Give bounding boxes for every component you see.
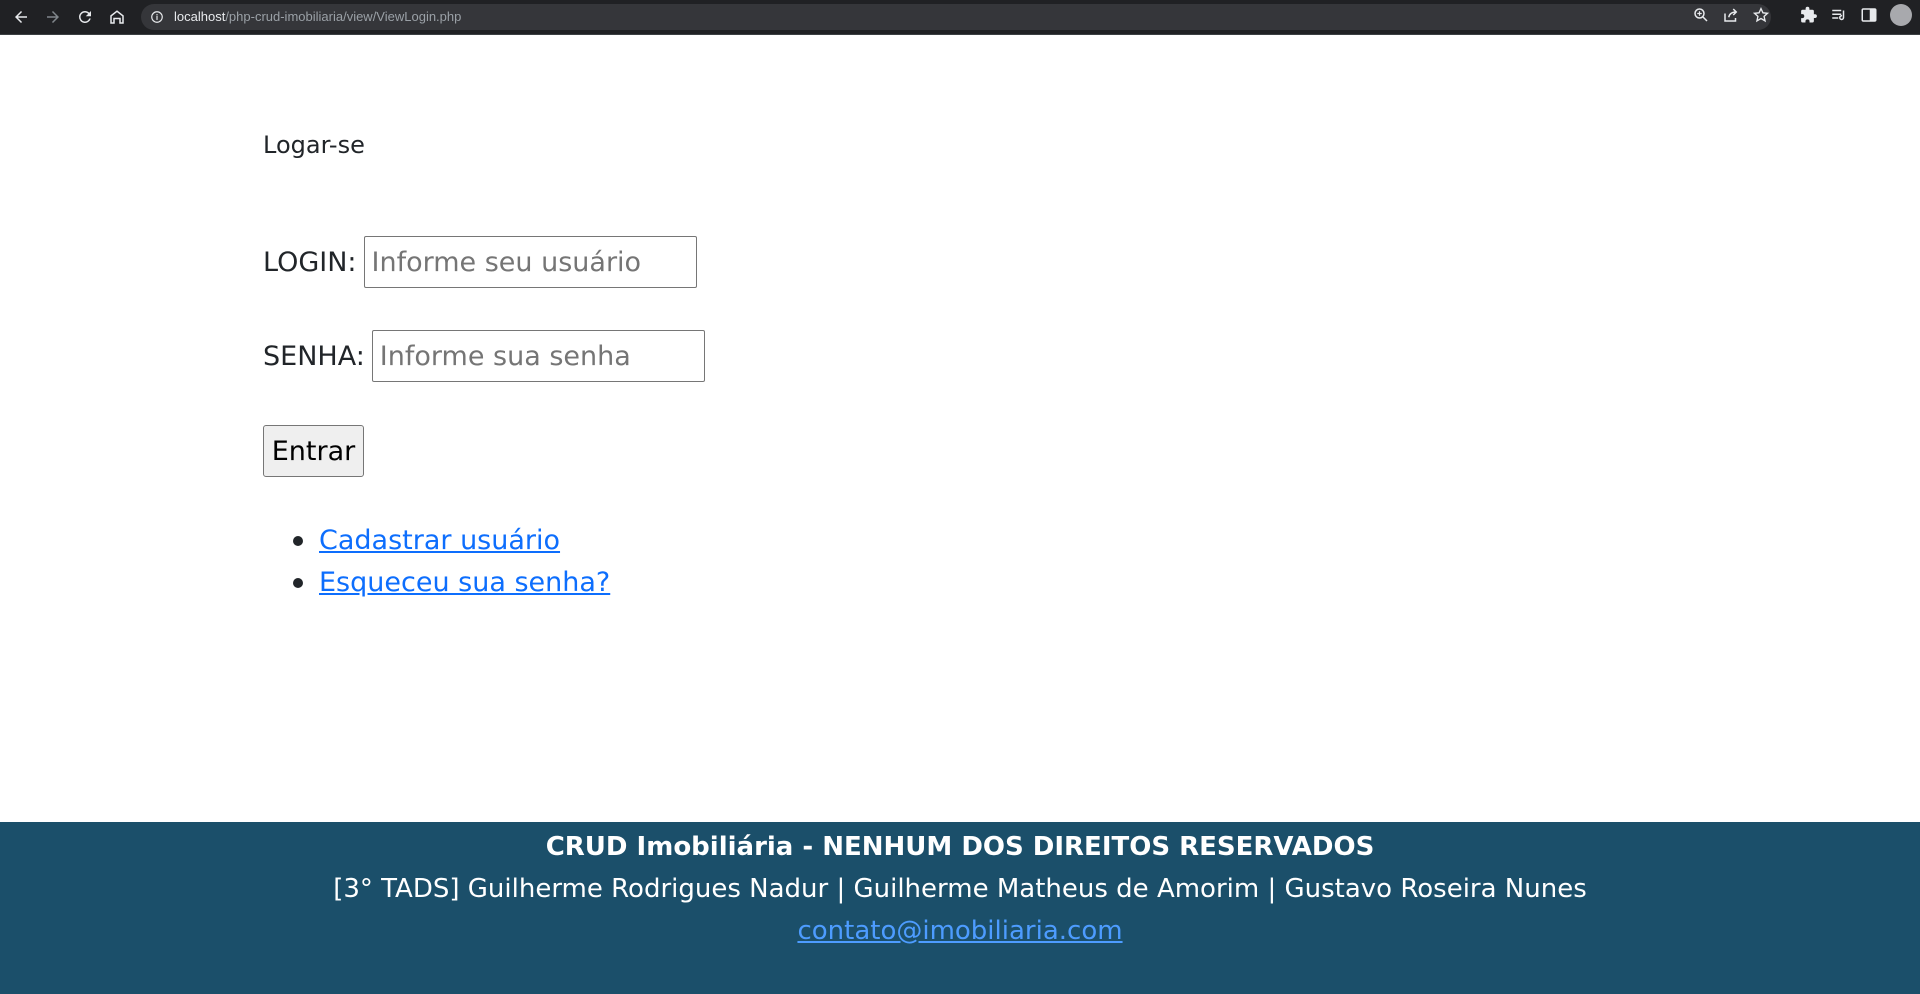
links-list: Cadastrar usuário Esqueceu sua senha? [263, 520, 610, 604]
side-panel-icon[interactable] [1860, 6, 1878, 24]
esqueceu-senha-link[interactable]: Esqueceu sua senha? [319, 567, 610, 598]
page-title: Logar-se [263, 131, 365, 159]
profile-avatar[interactable] [1890, 4, 1912, 26]
list-item: Cadastrar usuário [263, 520, 610, 562]
login-label: LOGIN: [263, 246, 357, 278]
bullet-icon [293, 536, 303, 546]
entrar-button[interactable]: Entrar [263, 425, 364, 477]
back-button[interactable] [5, 1, 37, 33]
senha-label: SENHA: [263, 340, 365, 372]
senha-row: SENHA: [263, 330, 705, 382]
home-button[interactable] [101, 1, 133, 33]
reading-list-icon[interactable] [1830, 6, 1848, 24]
info-icon[interactable] [150, 10, 164, 24]
url-host: localhost [174, 9, 226, 24]
reload-icon [78, 10, 91, 23]
footer-authors: [3° TADS] Guilherme Rodrigues Nadur | Gu… [333, 874, 1587, 904]
extensions-icon[interactable] [1800, 6, 1818, 24]
list-item: Esqueceu sua senha? [263, 562, 610, 604]
back-icon [15, 11, 27, 23]
share-icon[interactable] [1722, 6, 1740, 24]
url-text[interactable]: localhost/php-crud-imobiliaria/view/View… [174, 9, 461, 24]
star-icon[interactable] [1752, 6, 1770, 24]
zoom-icon[interactable] [1692, 6, 1710, 24]
footer-email-link[interactable]: contato@imobiliaria.com [797, 916, 1122, 946]
browser-toolbar: localhost/php-crud-imobiliaria/view/View… [0, 0, 1920, 35]
senha-input[interactable] [371, 330, 705, 382]
login-row: LOGIN: [263, 236, 697, 288]
reload-button[interactable] [69, 1, 101, 33]
login-input[interactable] [363, 236, 697, 288]
address-bar[interactable]: localhost/php-crud-imobiliaria/view/View… [141, 4, 1771, 30]
bullet-icon [293, 578, 303, 588]
footer-email-container: contato@imobiliaria.com [0, 916, 1920, 946]
home-icon [110, 10, 124, 24]
forward-button[interactable] [37, 1, 69, 33]
footer-title: CRUD Imobiliária - NENHUM DOS DIREITOS R… [545, 832, 1375, 862]
toolbar-right-actions [1692, 4, 1912, 26]
cadastrar-usuario-link[interactable]: Cadastrar usuário [319, 525, 560, 556]
forward-icon [47, 11, 59, 23]
url-path: /php-crud-imobiliaria/view/ViewLogin.php [225, 9, 462, 24]
footer: CRUD Imobiliária - NENHUM DOS DIREITOS R… [0, 822, 1920, 994]
